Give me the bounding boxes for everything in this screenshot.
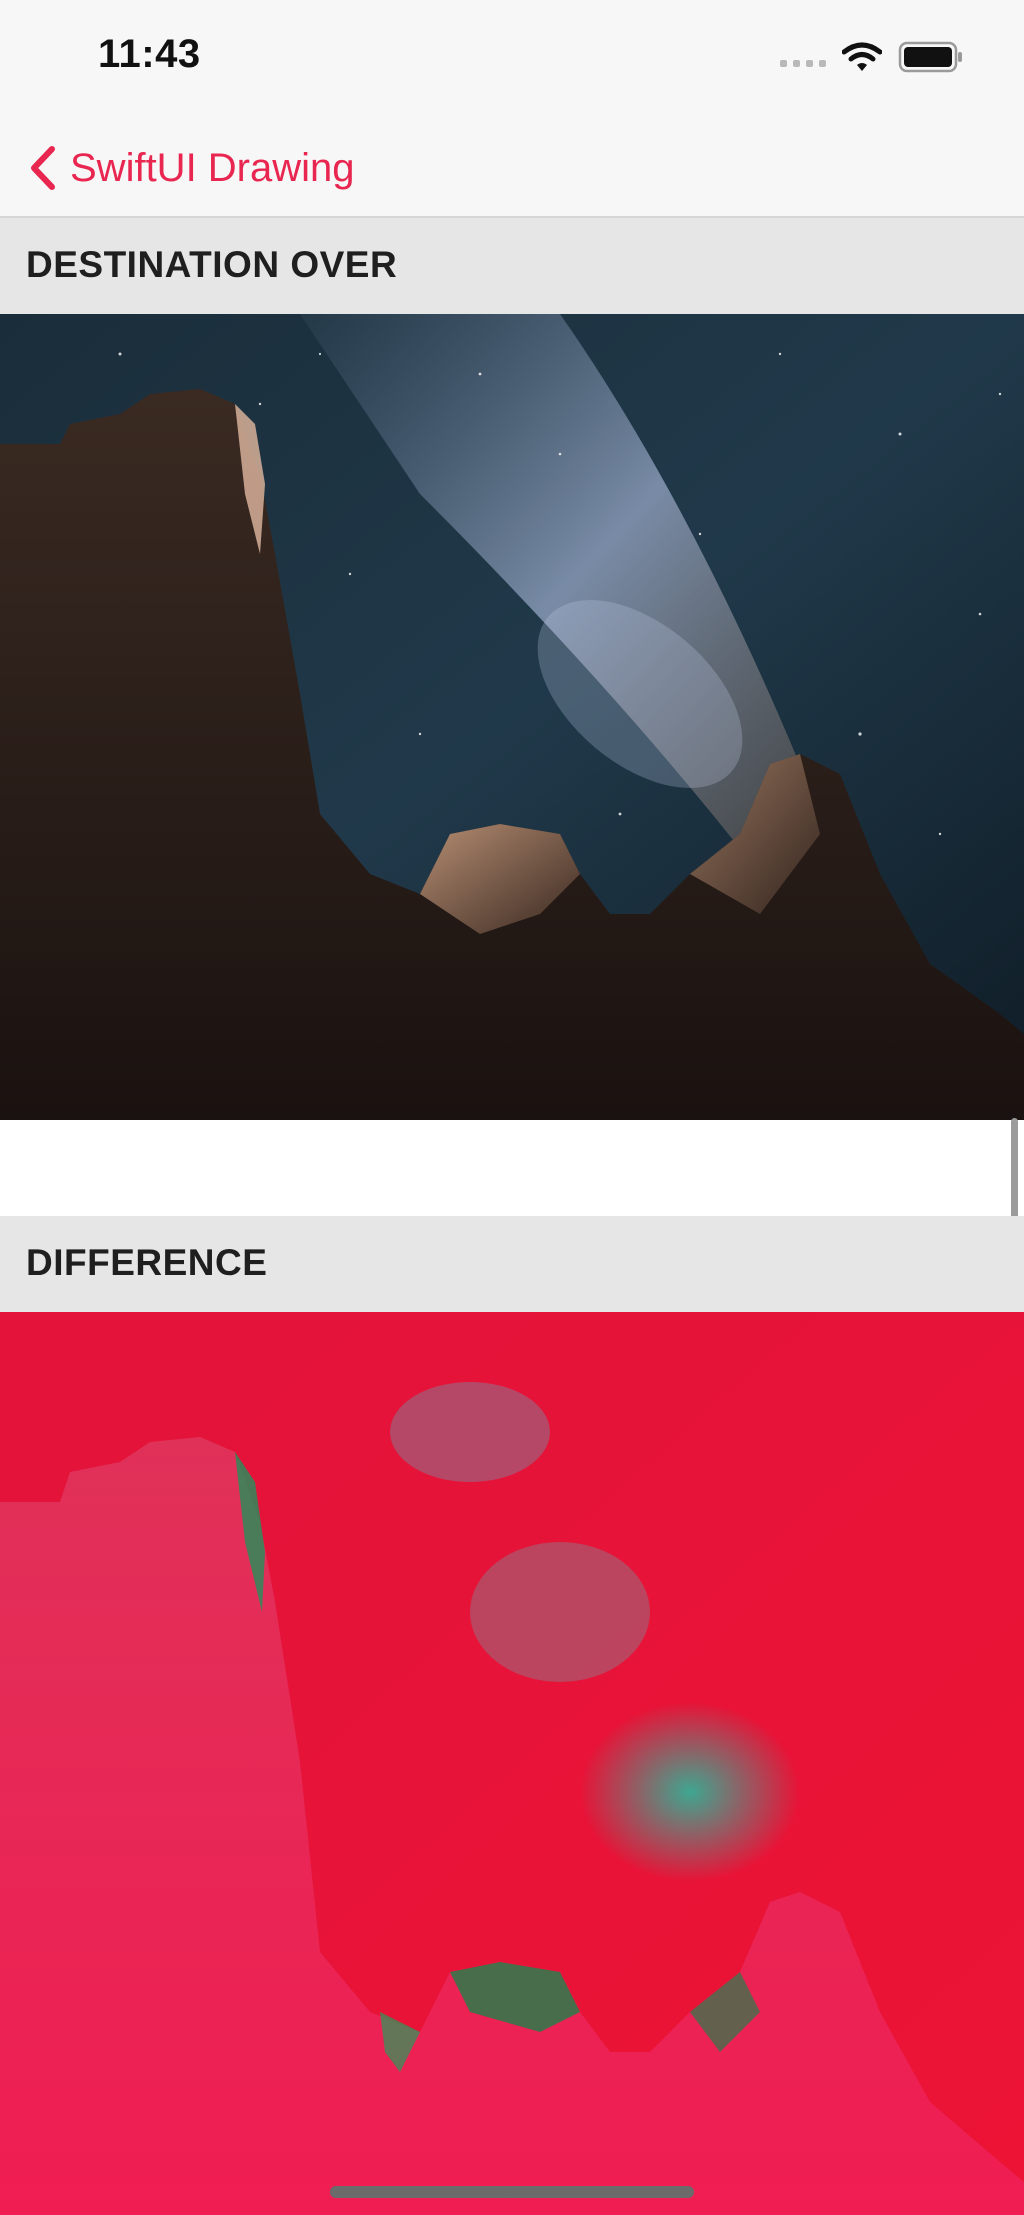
navigation-bar: SwiftUI Drawing — [0, 120, 1024, 218]
status-icons — [780, 40, 964, 74]
section-header-destination-over: DESTINATION OVER — [0, 218, 1024, 314]
section-title: DESTINATION OVER — [26, 244, 398, 285]
spacer — [0, 1120, 1024, 1216]
difference-blend-red-photo — [0, 1312, 1024, 2215]
cellular-signal-icon — [780, 47, 826, 67]
home-indicator[interactable] — [330, 2186, 694, 2198]
battery-icon — [898, 41, 964, 73]
status-bar: 11:43 — [0, 0, 1024, 120]
back-button[interactable]: SwiftUI Drawing — [28, 140, 355, 196]
section-header-difference: DIFFERENCE — [0, 1216, 1024, 1312]
back-button-label: SwiftUI Drawing — [70, 145, 355, 190]
chevron-left-icon — [31, 146, 55, 190]
section-title: DIFFERENCE — [26, 1242, 268, 1283]
status-time: 11:43 — [98, 32, 201, 76]
wifi-icon — [842, 42, 882, 72]
night-sky-rock-spires-photo — [0, 314, 1024, 1120]
